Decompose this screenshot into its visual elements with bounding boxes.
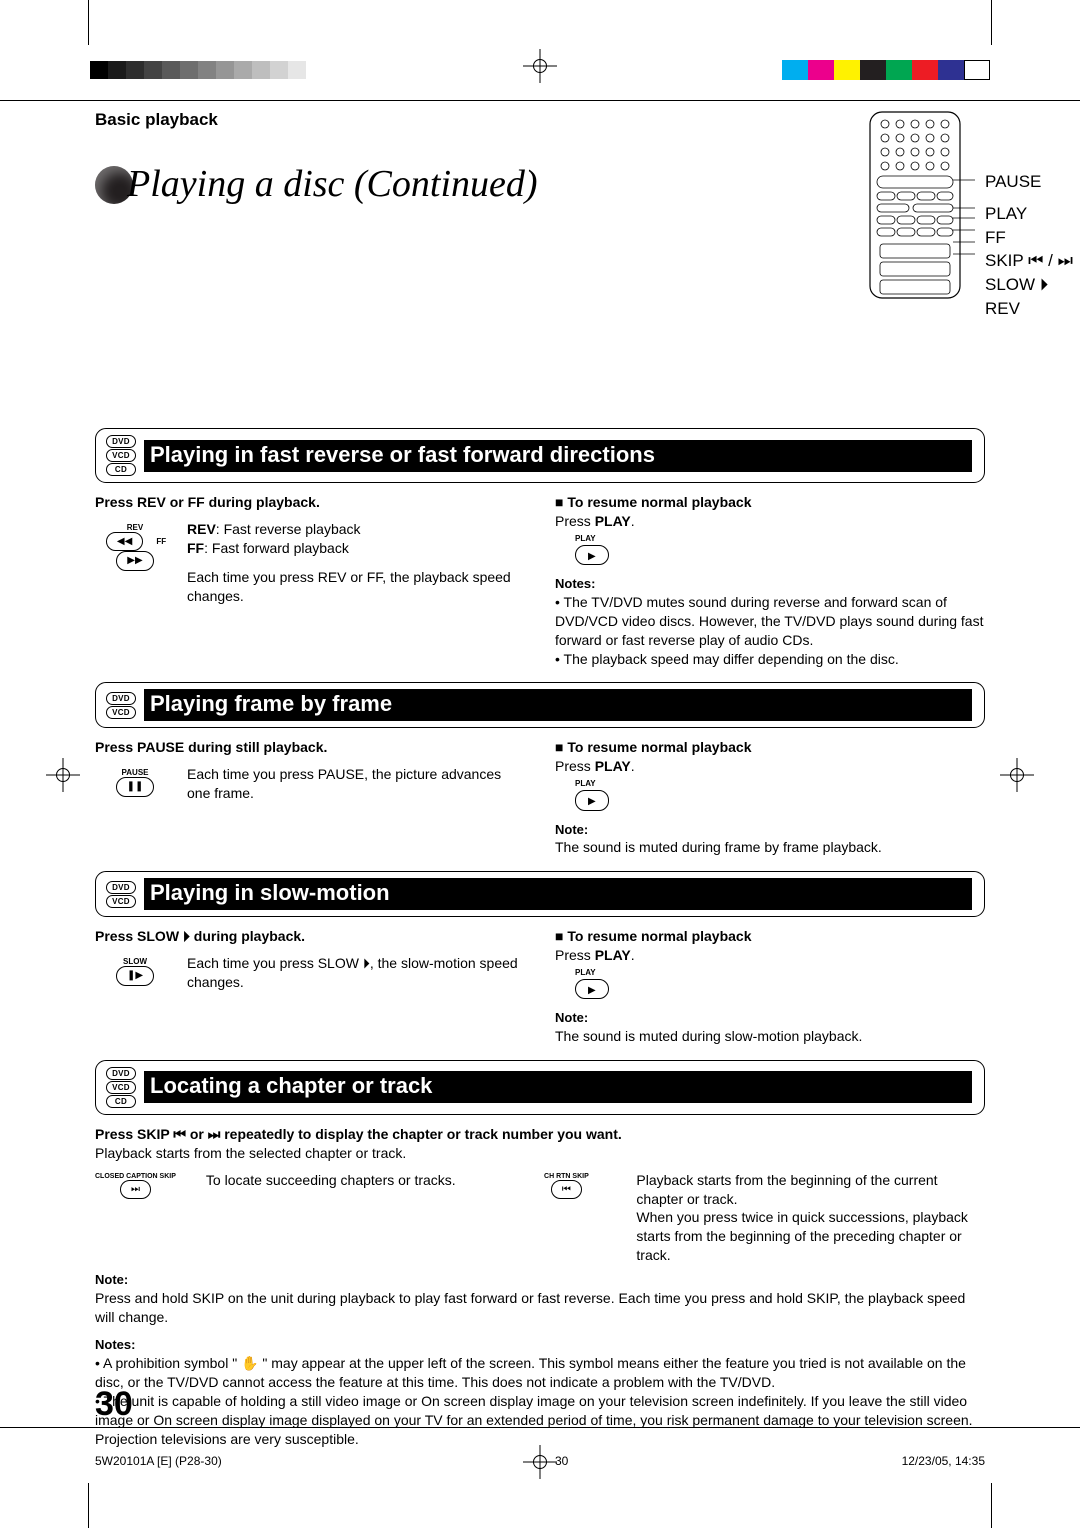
crop-line	[991, 0, 992, 45]
remote-labels: PAUSE PLAY FF SKIP ⏮ / ⏭ SLOW ⏵ REV	[985, 170, 1073, 321]
color-bar	[782, 60, 990, 80]
remote-label: PAUSE	[985, 170, 1073, 194]
instruction-text: Each time you press PAUSE, the picture a…	[187, 765, 525, 803]
section-slow-motion: DVD VCD Playing in slow-motion	[95, 871, 985, 917]
title-row: Playing a disc (Continued)	[95, 144, 985, 224]
instruction-heading: Press PAUSE during still playback.	[95, 738, 525, 757]
footer-date: 12/23/05, 14:35	[902, 1454, 985, 1468]
bottom-notes: Notes: A prohibition symbol " ✋ " may ap…	[95, 1336, 985, 1448]
density-bars	[90, 61, 306, 79]
footer-doc-id: 5W20101A [E] (P28-30)	[95, 1454, 222, 1468]
skip-rev-text: Playback starts from the beginning of th…	[636, 1171, 985, 1265]
resume-title: To resume normal playback	[555, 738, 985, 757]
disc-badges: DVD VCD	[106, 881, 136, 908]
play-icon	[575, 545, 609, 566]
section-title: Playing in fast reverse or fast forward …	[144, 440, 972, 472]
badge-vcd: VCD	[106, 449, 136, 462]
locate-sub: Playback starts from the selected chapte…	[95, 1144, 985, 1163]
registration-mark-left	[52, 764, 74, 786]
note-item: A prohibition symbol " ✋ " may appear at…	[95, 1354, 985, 1392]
badge-cd: CD	[106, 1095, 136, 1108]
section-frame-by-frame: DVD VCD Playing frame by frame	[95, 682, 985, 728]
disc-badges: DVD VCD CD	[106, 1067, 136, 1108]
play-icon	[575, 790, 609, 811]
slow-icon: ❚▶	[116, 966, 154, 986]
remote-label: REV	[985, 297, 1073, 321]
registration-mark-top	[529, 55, 551, 77]
footer: 5W20101A [E] (P28-30) 30 12/23/05, 14:35	[95, 1454, 985, 1468]
remote-svg	[855, 110, 975, 300]
resume-body: Press PLAY.	[555, 757, 985, 776]
resume-title: To resume normal playback	[555, 927, 985, 946]
badge-dvd: DVD	[106, 692, 136, 705]
badge-vcd: VCD	[106, 706, 136, 719]
remote-label: PLAY	[985, 202, 1073, 226]
badge-vcd: VCD	[106, 1081, 136, 1094]
skip-rev-icon: CH RTN SKIP ⏮	[526, 1171, 606, 1265]
skip-fwd-icon: CLOSED CAPTION SKIP ⏭	[95, 1171, 176, 1265]
instruction-text: Each time you press SLOW ⏵, the slow-mot…	[187, 954, 525, 992]
section-body: Press REV or FF during playback. REV ◀◀ …	[95, 493, 985, 668]
crop-line	[88, 1483, 89, 1528]
page-content: Basic playback Playing a disc (Continued…	[95, 110, 985, 1418]
play-icon	[575, 979, 609, 1000]
badge-dvd: DVD	[106, 881, 136, 894]
note-heading: Note:	[555, 1009, 985, 1027]
badge-dvd: DVD	[106, 435, 136, 448]
registration-mark-right	[1006, 764, 1028, 786]
section-body: Press SLOW ⏵ during playback. SLOW ❚▶ Ea…	[95, 927, 985, 1046]
badge-vcd: VCD	[106, 895, 136, 908]
instruction-heading: Press SLOW ⏵ during playback.	[95, 927, 525, 946]
remote-label: SKIP ⏮ / ⏭	[985, 249, 1073, 273]
badge-dvd: DVD	[106, 1067, 136, 1080]
remote-label: FF	[985, 226, 1073, 250]
crop-line	[991, 1483, 992, 1528]
note-item: The TV/DVD mutes sound during reverse an…	[555, 593, 985, 650]
crop-line	[88, 0, 89, 45]
note-text: The sound is muted during frame by frame…	[555, 838, 985, 857]
locate-instruction: Press SKIP ⏮ or ⏭ repeatedly to display …	[95, 1125, 985, 1144]
section-locate: DVD VCD CD Locating a chapter or track	[95, 1060, 985, 1115]
remote-label: SLOW ⏵	[985, 273, 1073, 297]
instruction-text: REV: Fast reverse playback FF: Fast forw…	[187, 520, 525, 606]
button-icons: SLOW ❚▶	[95, 954, 175, 992]
section-body: Press PAUSE during still playback. PAUSE…	[95, 738, 985, 857]
footer-page: 30	[555, 1454, 568, 1468]
badge-cd: CD	[106, 463, 136, 476]
page-number: 30	[95, 1385, 133, 1424]
button-icons: PAUSE ❚❚	[95, 765, 175, 803]
section-fast-rev-fwd: DVD VCD CD Playing in fast reverse or fa…	[95, 428, 985, 483]
crop-line-bottom	[0, 1427, 1080, 1428]
section-title: Playing frame by frame	[144, 689, 972, 721]
note-item: The unit is capable of holding a still v…	[95, 1392, 985, 1449]
breadcrumb: Basic playback	[95, 110, 985, 130]
section-body: Press SKIP ⏮ or ⏭ repeatedly to display …	[95, 1125, 985, 1327]
disc-badges: DVD VCD CD	[106, 435, 136, 476]
crop-line-top	[0, 100, 1080, 101]
notes-list: The TV/DVD mutes sound during reverse an…	[555, 593, 985, 669]
ff-icon: ▶▶	[116, 551, 153, 571]
section-title: Locating a chapter or track	[144, 1071, 972, 1103]
skip-fwd-text: To locate succeeding chapters or tracks.	[206, 1171, 497, 1265]
disc-badges: DVD VCD	[106, 692, 136, 719]
notes-heading: Notes:	[555, 575, 985, 593]
notes-heading: Notes:	[95, 1336, 985, 1354]
rev-icon: ◀◀	[106, 532, 143, 552]
resume-body: Press PLAY.	[555, 512, 985, 531]
button-icons: REV ◀◀ FF ▶▶	[95, 520, 175, 606]
note-heading: Note:	[95, 1271, 985, 1289]
section-title: Playing in slow-motion	[144, 878, 972, 910]
pause-icon: ❚❚	[116, 777, 155, 797]
remote-diagram: PAUSE PLAY FF SKIP ⏮ / ⏭ SLOW ⏵ REV	[855, 110, 975, 305]
note-text: The sound is muted during slow-motion pl…	[555, 1027, 985, 1046]
page-title: Playing a disc (Continued)	[127, 162, 538, 206]
instruction-heading: Press REV or FF during playback.	[95, 493, 525, 512]
resume-body: Press PLAY.	[555, 946, 985, 965]
resume-title: To resume normal playback	[555, 493, 985, 512]
note-heading: Note:	[555, 821, 985, 839]
note-text: Press and hold SKIP on the unit during p…	[95, 1289, 985, 1327]
note-item: The playback speed may differ depending …	[555, 650, 985, 669]
